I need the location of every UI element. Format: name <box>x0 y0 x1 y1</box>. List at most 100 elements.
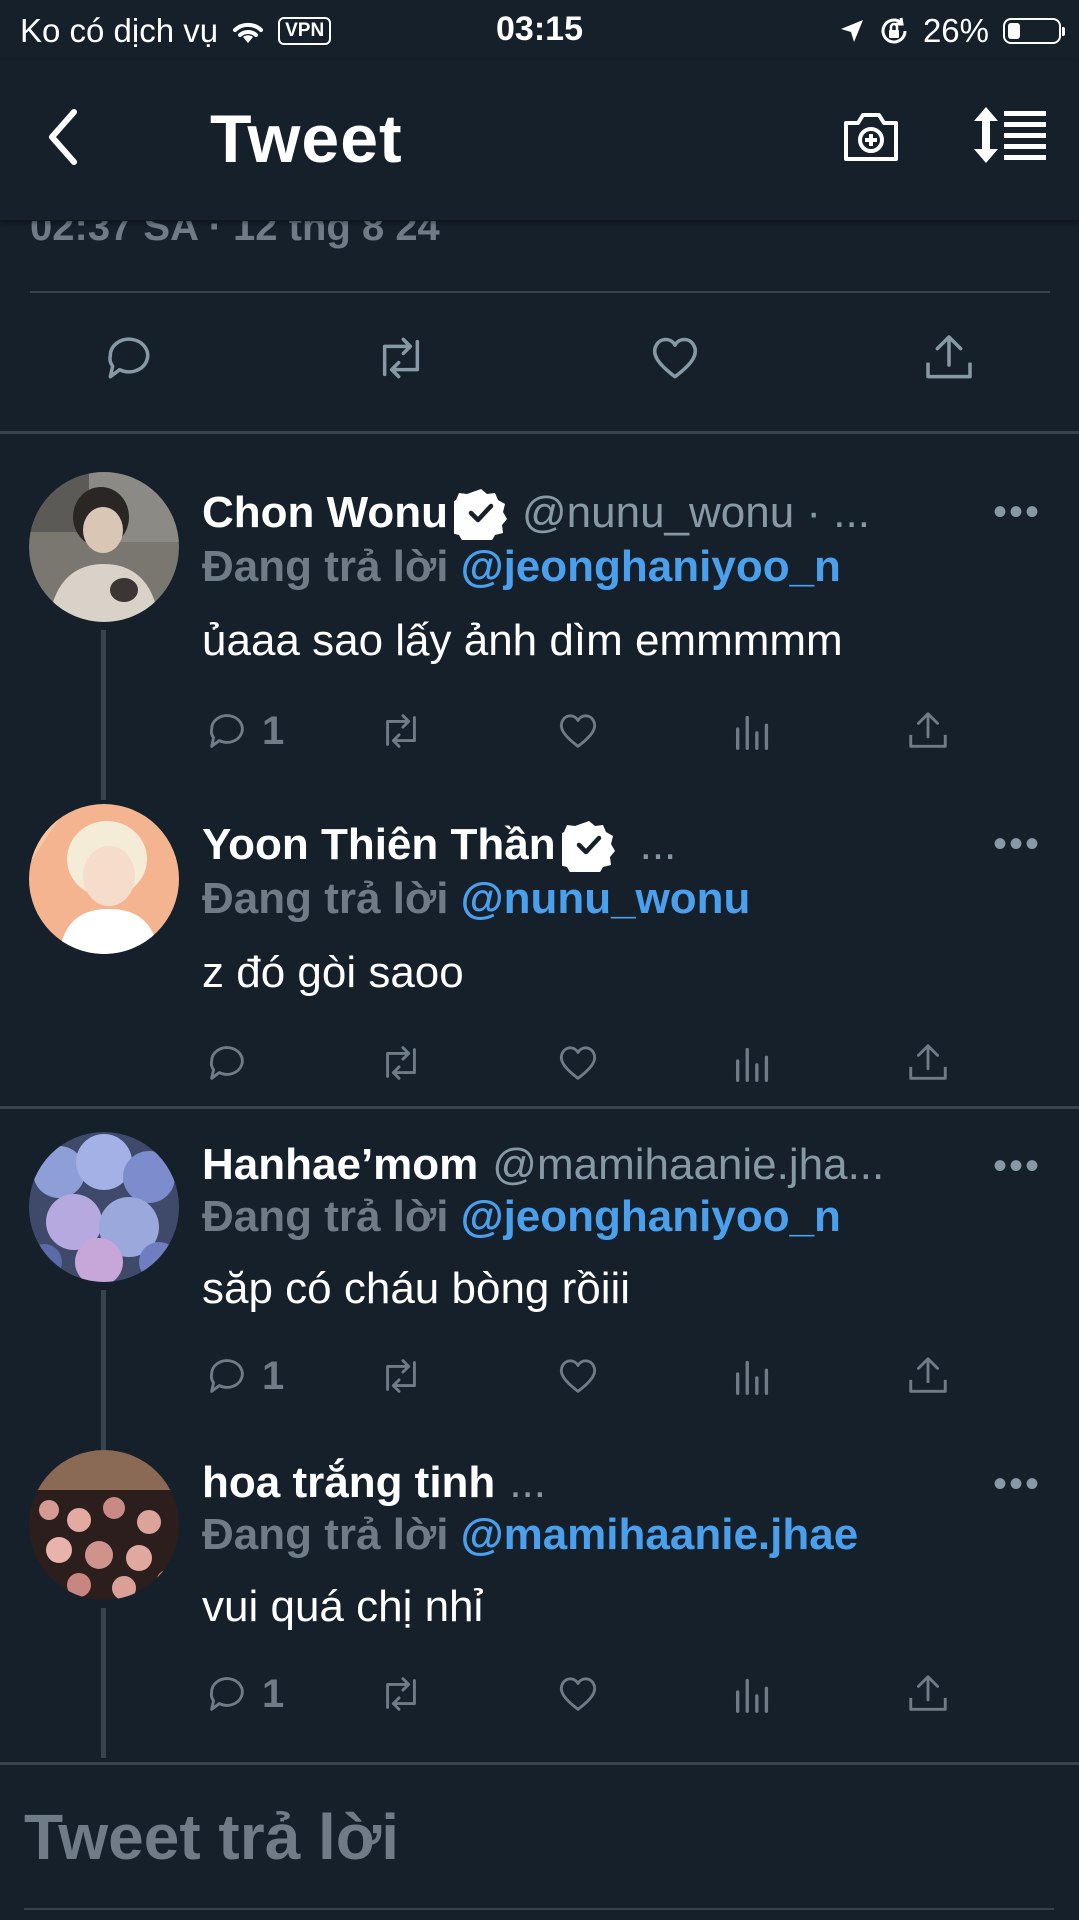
handle: ... <box>639 820 677 869</box>
page-title: Tweet <box>210 101 403 177</box>
divider <box>30 291 1050 293</box>
like-button[interactable] <box>555 1670 601 1718</box>
reply-count: 1 <box>262 1353 285 1398</box>
reply-button[interactable] <box>204 1039 262 1087</box>
reply-actions <box>0 1039 1079 1089</box>
like-icon <box>559 1359 597 1393</box>
battery-icon <box>1003 18 1065 44</box>
like-icon <box>559 714 597 748</box>
display-name[interactable]: hoa trắng tinh <box>202 1458 495 1508</box>
replying-to: Đang trả lời @jeonghaniyoo_n <box>202 542 841 592</box>
mention-link[interactable]: @jeonghaniyoo_n <box>461 1192 841 1241</box>
avatar[interactable] <box>29 472 179 622</box>
retweet-button[interactable] <box>378 1670 424 1718</box>
reply-text: ủaaa sao lấy ảnh dìm emmmmm <box>202 616 843 665</box>
analytics-icon <box>735 1047 769 1082</box>
retweet-icon <box>386 1677 416 1711</box>
analytics-button[interactable] <box>730 707 776 755</box>
replying-label: Đang trả lời <box>202 542 449 591</box>
divider <box>0 1106 1079 1109</box>
nav-bar: Tweet <box>0 60 1079 221</box>
retweet-icon <box>386 1359 416 1393</box>
rotation-lock-icon <box>881 17 907 44</box>
display-name[interactable]: Yoon Thiên Thần <box>202 820 556 870</box>
more-options-icon[interactable]: ••• <box>993 490 1041 535</box>
replying-to: Đang trả lời @mamihaanie.jhae <box>202 1510 858 1560</box>
reply-header: hoa trắng tinh ... <box>202 1458 546 1508</box>
more-options-icon[interactable]: ••• <box>993 822 1041 867</box>
share-icon <box>909 1044 947 1080</box>
sort-icon[interactable] <box>972 105 1048 165</box>
more-options-icon[interactable]: ••• <box>993 1462 1041 1507</box>
avatar[interactable] <box>29 1132 179 1282</box>
mention-link[interactable]: @mamihaanie.jhae <box>461 1510 859 1559</box>
analytics-icon <box>735 1678 769 1713</box>
retweet-button[interactable] <box>378 1039 424 1087</box>
analytics-button[interactable] <box>730 1670 776 1718</box>
avatar[interactable] <box>29 804 179 954</box>
share-button[interactable] <box>905 1039 951 1087</box>
reply-button[interactable]: 1 <box>204 1352 284 1400</box>
analytics-icon <box>735 1360 769 1395</box>
share-icon <box>909 712 947 748</box>
more-options-icon[interactable]: ••• <box>993 1144 1041 1189</box>
analytics-icon <box>735 715 769 750</box>
reply-header: Chon Wonu @nunu_wonu · ... <box>202 486 870 540</box>
replying-to: Đang trả lời @nunu_wonu <box>202 874 750 924</box>
reply-actions: 1 <box>0 707 1079 757</box>
replying-label: Đang trả lời <box>202 1192 449 1241</box>
reply-count: 1 <box>262 1671 285 1716</box>
like-button[interactable] <box>555 1352 601 1400</box>
verified-badge-icon <box>561 821 615 872</box>
chevron-left-icon[interactable] <box>38 102 88 172</box>
reply-header: Hanhae’mom @mamihaanie.jha... <box>202 1140 884 1190</box>
replying-to: Đang trả lời @jeonghaniyoo_n <box>202 1192 841 1242</box>
handle: @nunu_wonu · ... <box>522 488 870 537</box>
like-icon <box>559 1046 597 1080</box>
divider <box>0 431 1079 434</box>
reply-button[interactable]: 1 <box>204 1670 284 1718</box>
reply-icon <box>209 1046 244 1080</box>
handle: @mamihaanie.jha... <box>492 1140 885 1189</box>
analytics-button[interactable] <box>730 1039 776 1087</box>
display-name[interactable]: Hanhae’mom <box>202 1140 478 1190</box>
like-icon <box>559 1677 597 1711</box>
share-button[interactable] <box>905 1670 951 1718</box>
reply-icon[interactable] <box>101 330 157 386</box>
camera-add-icon[interactable] <box>840 105 902 167</box>
replying-label: Đang trả lời <box>202 874 449 923</box>
retweet-button[interactable] <box>378 1352 424 1400</box>
replying-label: Đang trả lời <box>202 1510 449 1559</box>
reply-header: Yoon Thiên Thần ... <box>202 818 676 872</box>
tweet-actions <box>0 330 1079 390</box>
mention-link[interactable]: @nunu_wonu <box>461 874 751 923</box>
share-icon <box>909 1675 947 1711</box>
display-name[interactable]: Chon Wonu <box>202 488 448 538</box>
share-icon[interactable] <box>921 330 977 386</box>
share-button[interactable] <box>905 1352 951 1400</box>
reply-text: z đó gòi saoo <box>202 948 464 997</box>
mention-link[interactable]: @jeonghaniyoo_n <box>461 542 841 591</box>
divider <box>24 1908 1054 1910</box>
share-button[interactable] <box>905 707 951 755</box>
reply-compose-input[interactable]: Tweet trả lời <box>24 1800 399 1874</box>
verified-badge-icon <box>454 489 507 540</box>
like-button[interactable] <box>555 1039 601 1087</box>
retweet-icon <box>386 714 416 748</box>
reply-icon <box>209 1677 244 1711</box>
avatar[interactable] <box>29 1450 179 1600</box>
status-right: 26% <box>839 12 1065 50</box>
retweet-icon[interactable] <box>373 330 429 386</box>
reply-icon <box>209 714 244 748</box>
retweet-button[interactable] <box>378 707 424 755</box>
reply-actions: 1 <box>0 1352 1079 1402</box>
reply-actions: 1 <box>0 1670 1079 1720</box>
battery-percent: 26% <box>922 12 989 49</box>
status-bar: Ko có dịch vụ VPN 03:15 26% <box>0 0 1079 60</box>
reply-button[interactable]: 1 <box>204 707 284 755</box>
like-button[interactable] <box>555 707 601 755</box>
reply-icon <box>209 1359 244 1393</box>
analytics-button[interactable] <box>730 1352 776 1400</box>
location-arrow-icon <box>840 20 863 42</box>
like-icon[interactable] <box>647 330 703 386</box>
